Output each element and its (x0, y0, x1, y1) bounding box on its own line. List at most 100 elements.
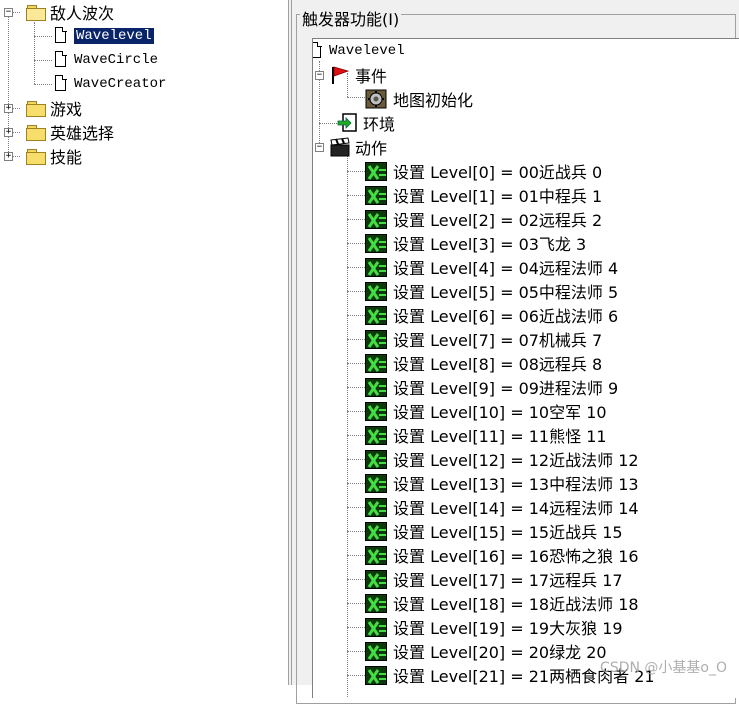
tree-line (347, 267, 365, 268)
clapperboard-icon (329, 137, 351, 157)
document-icon (54, 27, 68, 45)
tree-line (34, 60, 52, 61)
tree-line (347, 435, 365, 436)
set-variable-icon (365, 617, 387, 637)
tree-line (34, 84, 52, 85)
action-label: 设置 Level[4] = 04远程法师 4 (393, 259, 619, 278)
tree-line (34, 22, 35, 84)
tree-trigger-wavecreator[interactable]: WaveCreator (54, 72, 166, 96)
tree-trigger-wavelevel[interactable]: Wavelevel (54, 24, 155, 48)
set-variable-icon (365, 665, 387, 685)
action-row[interactable]: 设置 Level[9] = 09进程法师 9 (365, 375, 618, 399)
tree-line (347, 483, 365, 484)
action-row[interactable]: 设置 Level[14] = 14远程法师 14 (365, 495, 639, 519)
tree-item-label: 敌人波次 (50, 4, 115, 23)
folder-icon (26, 124, 46, 141)
tree-item-label: Wavelevel (329, 43, 405, 59)
action-row[interactable]: 设置 Level[13] = 13中程法师 13 (365, 471, 639, 495)
tree-line (347, 363, 365, 364)
collapse-icon[interactable]: − (315, 71, 324, 80)
action-row[interactable]: 设置 Level[1] = 01中程兵 1 (365, 183, 602, 207)
tree-event-map-init[interactable]: 地图初始化 (365, 87, 473, 111)
action-row[interactable]: 设置 Level[0] = 00近战兵 0 (365, 159, 602, 183)
set-variable-icon (365, 497, 387, 517)
set-variable-icon (365, 305, 387, 325)
tree-item-label: 环境 (363, 115, 396, 134)
condition-icon (337, 113, 359, 133)
set-variable-icon (365, 593, 387, 613)
expand-icon[interactable]: + (4, 128, 13, 137)
action-row[interactable]: 设置 Level[15] = 15近战兵 15 (365, 519, 623, 543)
collapse-icon[interactable]: − (4, 8, 13, 17)
watermark: CSDN @小基基o_O (600, 660, 727, 676)
tree-line (347, 291, 365, 292)
action-row[interactable]: 设置 Level[8] = 08远程兵 8 (365, 351, 602, 375)
action-label: 设置 Level[17] = 17远程兵 17 (393, 571, 623, 590)
group-title: 触发器功能(I) (300, 6, 402, 30)
action-row[interactable]: 设置 Level[19] = 19大灰狼 19 (365, 615, 623, 639)
tree-line (347, 339, 365, 340)
action-row[interactable]: 设置 Level[7] = 07机械兵 7 (365, 327, 602, 351)
action-label: 设置 Level[6] = 06近战法师 6 (393, 307, 619, 326)
tree-actions-node[interactable]: 动作 (329, 135, 387, 159)
tree-line (347, 195, 365, 196)
folder-icon (26, 148, 46, 165)
tree-line (347, 315, 365, 316)
tree-item-label: 技能 (50, 148, 83, 167)
tree-line (347, 411, 365, 412)
tree-line (347, 675, 365, 676)
tree-trigger-wavecircle[interactable]: WaveCircle (54, 48, 158, 72)
action-row[interactable]: 设置 Level[5] = 05中程法师 5 (365, 279, 618, 303)
action-row[interactable]: 设置 Level[12] = 12近战法师 12 (365, 447, 639, 471)
action-row[interactable]: 设置 Level[18] = 18近战法师 18 (365, 591, 639, 615)
action-label: 设置 Level[0] = 00近战兵 0 (393, 163, 603, 182)
expand-icon[interactable]: + (4, 152, 13, 161)
tree-line (319, 123, 339, 124)
trigger-tree-pane: − + + + 敌人波次 Wavelevel WaveCircle WaveCr… (0, 0, 288, 685)
tree-category-game[interactable]: 游戏 (26, 96, 82, 120)
expand-icon[interactable]: + (4, 104, 13, 113)
tree-line (34, 36, 52, 37)
set-variable-icon (365, 257, 387, 277)
action-row[interactable]: 设置 Level[20] = 20绿龙 20 (365, 639, 607, 663)
action-label: 设置 Level[5] = 05中程法师 5 (393, 283, 619, 302)
tree-item-label: WaveCreator (74, 76, 167, 92)
action-row[interactable]: 设置 Level[17] = 17远程兵 17 (365, 567, 623, 591)
set-variable-icon (365, 641, 387, 661)
action-row[interactable]: 设置 Level[4] = 04远程法师 4 (365, 255, 618, 279)
set-variable-icon (365, 329, 387, 349)
tree-item-label: 事件 (355, 67, 388, 86)
action-label: 设置 Level[18] = 18近战法师 18 (393, 595, 639, 614)
tree-line (347, 555, 365, 556)
set-variable-icon (365, 449, 387, 469)
folder-icon (26, 100, 46, 117)
action-label: 设置 Level[19] = 19大灰狼 19 (393, 619, 623, 638)
action-row[interactable]: 设置 Level[6] = 06近战法师 6 (365, 303, 618, 327)
tree-line (347, 651, 365, 652)
action-row[interactable]: 设置 Level[16] = 16恐怖之狼 16 (365, 543, 639, 567)
action-row[interactable]: 设置 Level[10] = 10空军 10 (365, 399, 607, 423)
action-row[interactable]: 设置 Level[11] = 11熊怪 11 (365, 423, 607, 447)
action-label: 设置 Level[2] = 02远程兵 2 (393, 211, 603, 230)
tree-item-label: WaveCircle (74, 52, 159, 68)
action-label: 设置 Level[16] = 16恐怖之狼 16 (393, 547, 639, 566)
action-row[interactable]: 设置 Level[3] = 03飞龙 3 (365, 231, 586, 255)
action-row[interactable]: 设置 Level[2] = 02远程兵 2 (365, 207, 602, 231)
gear-icon (365, 89, 387, 109)
collapse-icon[interactable]: − (315, 143, 324, 152)
tree-category-skills[interactable]: 技能 (26, 144, 82, 168)
tree-conditions-node[interactable]: 环境 (337, 111, 395, 135)
tree-category-enemy-waves[interactable]: 敌人波次 (26, 0, 114, 24)
trigger-functions-tree[interactable]: Wavelevel − 事件 地图初始化 环境 − 动作 设置 Level[0]… (312, 38, 739, 698)
tree-line (347, 459, 365, 460)
set-variable-icon (365, 209, 387, 229)
tree-root-trigger[interactable]: Wavelevel (313, 39, 405, 63)
tree-category-hero-select[interactable]: 英雄选择 (26, 120, 114, 144)
tree-events-node[interactable]: 事件 (329, 63, 387, 87)
document-icon (54, 51, 68, 69)
action-label: 设置 Level[14] = 14远程法师 14 (393, 499, 639, 518)
set-variable-icon (365, 281, 387, 301)
tree-item-label: 动作 (355, 139, 388, 158)
tree-line (347, 579, 365, 580)
action-label: 设置 Level[9] = 09进程法师 9 (393, 379, 619, 398)
